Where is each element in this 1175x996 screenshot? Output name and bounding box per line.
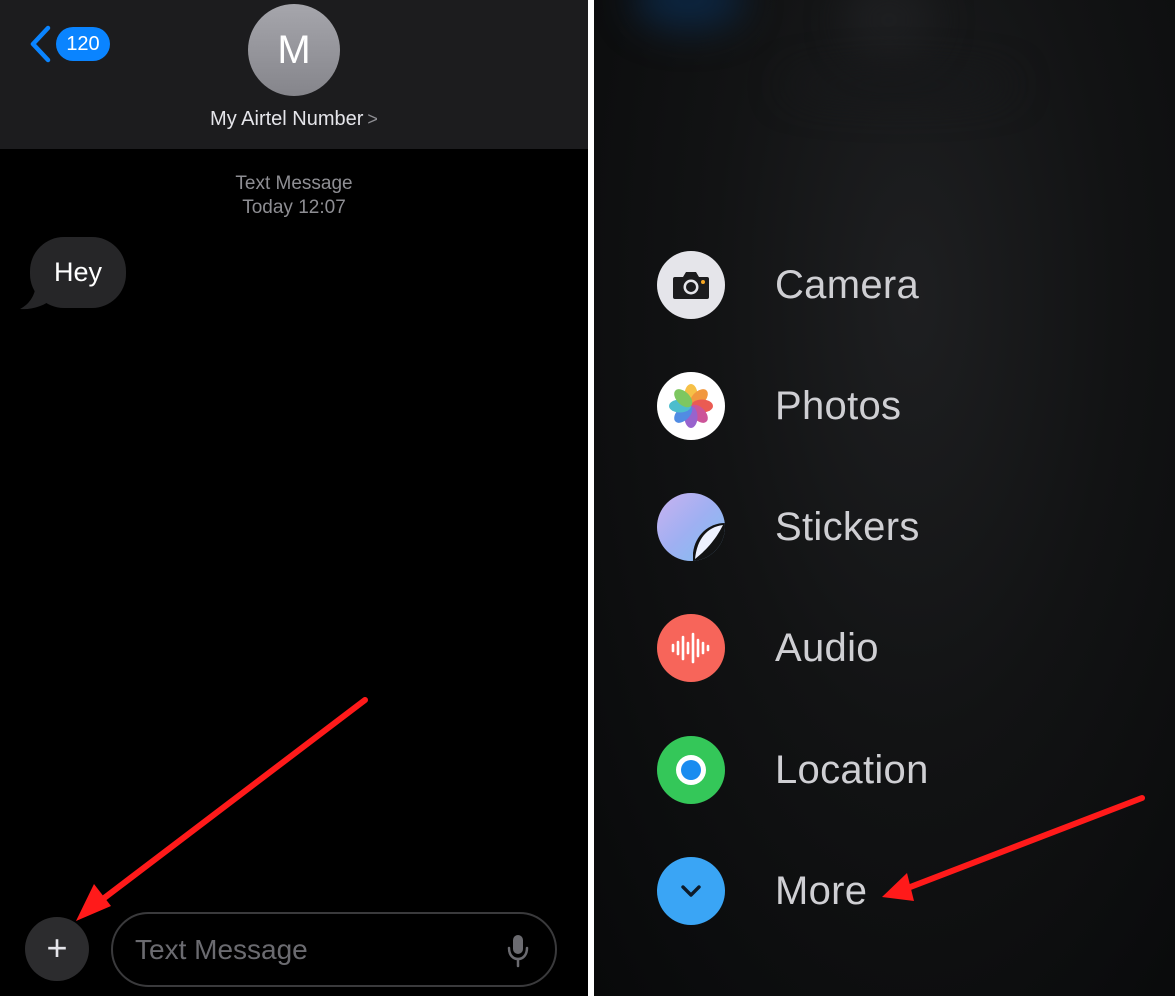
menu-item-camera[interactable]: Camera bbox=[657, 250, 919, 320]
contact-name: My Airtel Number bbox=[210, 108, 364, 130]
blurred-background bbox=[784, 70, 1014, 100]
incoming-message-bubble[interactable]: Hey bbox=[30, 237, 127, 308]
messages-conversation-screen: 120 M My Airtel Number > Text Message Tod… bbox=[0, 0, 588, 996]
microphone-icon[interactable] bbox=[507, 934, 529, 973]
menu-item-label: Stickers bbox=[775, 504, 920, 549]
message-time-label: Today 12:07 bbox=[242, 197, 346, 218]
chevron-right-icon: > bbox=[367, 109, 378, 129]
menu-item-photos[interactable]: Photos bbox=[657, 371, 901, 441]
audio-waveform-icon bbox=[657, 614, 725, 682]
chevron-down-icon bbox=[657, 857, 725, 925]
blurred-background bbox=[634, 0, 744, 30]
menu-item-label: Camera bbox=[775, 262, 920, 307]
menu-item-location[interactable]: Location bbox=[657, 735, 929, 805]
photos-icon bbox=[657, 372, 725, 440]
message-type-label: Text Message bbox=[235, 173, 353, 194]
contact-name-button[interactable]: My Airtel Number > bbox=[0, 104, 588, 134]
location-icon bbox=[657, 736, 725, 804]
menu-item-label: Photos bbox=[775, 383, 902, 428]
menu-item-audio[interactable]: Audio bbox=[657, 613, 879, 683]
message-input-placeholder: Text Message bbox=[135, 933, 308, 965]
apps-plus-button[interactable]: + bbox=[25, 917, 89, 981]
menu-item-stickers[interactable]: Stickers bbox=[657, 492, 920, 562]
blurred-background bbox=[844, 0, 934, 60]
back-button[interactable]: 120 bbox=[28, 24, 110, 64]
unread-count-badge: 120 bbox=[56, 27, 110, 61]
conversation-header: 120 M My Airtel Number > bbox=[0, 0, 588, 149]
menu-item-label: More bbox=[775, 868, 868, 913]
menu-item-more[interactable]: More bbox=[657, 856, 867, 926]
message-text: Hey bbox=[54, 257, 103, 287]
apps-menu-screen: Camera Photos Stickers Audio Location Mo… bbox=[594, 0, 1175, 996]
contact-avatar[interactable]: M bbox=[248, 4, 340, 96]
menu-item-label: Location bbox=[775, 747, 929, 792]
chevron-left-icon bbox=[28, 24, 52, 64]
camera-icon bbox=[657, 251, 725, 319]
stickers-icon bbox=[657, 493, 725, 561]
message-timestamp: Text Message Today 12:07 bbox=[0, 172, 588, 220]
message-input-field[interactable]: Text Message bbox=[111, 912, 557, 987]
menu-item-label: Audio bbox=[775, 625, 879, 670]
